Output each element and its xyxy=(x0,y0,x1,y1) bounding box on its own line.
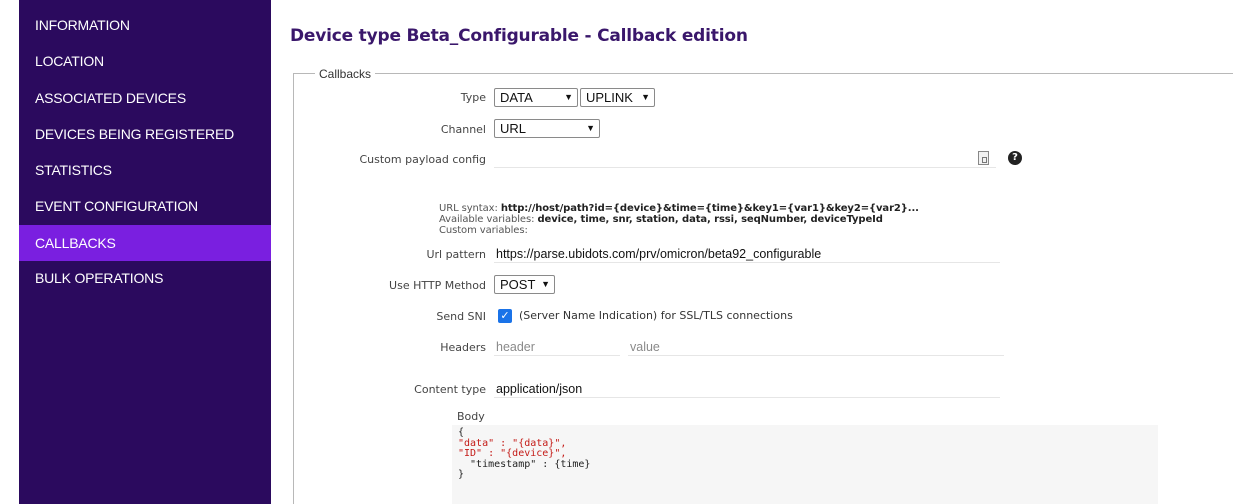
content-type-input[interactable]: application/json xyxy=(494,380,1000,398)
custom-variables-hint: Custom variables: xyxy=(439,225,528,236)
headers-label: Headers xyxy=(440,341,486,354)
chevron-down-icon: ▼ xyxy=(586,123,595,133)
custom-payload-label: Custom payload config xyxy=(359,153,486,166)
body-textarea[interactable]: {"data" : "{data}", "ID" : "{device}", "t… xyxy=(452,425,1158,504)
custom-payload-input[interactable] xyxy=(494,150,996,168)
sidebar-item-callbacks[interactable]: CALLBACKS xyxy=(19,225,271,261)
header-name-input[interactable]: header xyxy=(494,338,620,356)
http-method-select-value: POST xyxy=(500,277,536,292)
url-pattern-label: Url pattern xyxy=(426,248,486,261)
callbacks-legend: Callbacks xyxy=(315,67,376,81)
available-variables-hint: Available variables: device, time, snr, … xyxy=(439,214,883,225)
sidebar-item-information[interactable]: INFORMATION xyxy=(19,11,271,47)
sidebar-item-bulk-operations[interactable]: BULK OPERATIONS xyxy=(19,264,271,300)
direction-select[interactable]: UPLINK ▼ xyxy=(580,88,655,107)
type-select-value: DATA xyxy=(500,90,533,105)
body-line: "ID" : "{device}", xyxy=(458,448,567,459)
sidebar-item-event-configuration[interactable]: EVENT CONFIGURATION xyxy=(19,192,271,228)
send-sni-label: Send SNI xyxy=(436,310,486,323)
header-value-input[interactable]: value xyxy=(628,338,1004,356)
channel-select[interactable]: URL ▼ xyxy=(494,119,600,138)
sidebar-item-statistics[interactable]: STATISTICS xyxy=(19,156,271,192)
document-icon[interactable] xyxy=(978,151,989,165)
body-line: "timestamp" : {time} xyxy=(458,458,591,470)
send-sni-checkbox[interactable]: ✓ xyxy=(498,309,512,323)
direction-select-value: UPLINK xyxy=(586,90,633,105)
checkmark-icon: ✓ xyxy=(500,309,510,322)
help-icon[interactable]: ? xyxy=(1008,151,1022,165)
send-sni-description: (Server Name Indication) for SSL/TLS con… xyxy=(519,309,793,322)
url-pattern-input[interactable]: https://parse.ubidots.com/prv/omicron/be… xyxy=(494,245,1000,263)
page-title: Device type Beta_Configurable - Callback… xyxy=(290,26,748,46)
type-label: Type xyxy=(460,91,486,104)
channel-select-value: URL xyxy=(500,121,527,136)
chevron-down-icon: ▼ xyxy=(641,92,650,102)
sidebar: INFORMATION LOCATION ASSOCIATED DEVICES … xyxy=(19,0,271,504)
chevron-down-icon: ▼ xyxy=(564,92,573,102)
body-line: } xyxy=(458,469,465,480)
sidebar-item-devices-being-registered[interactable]: DEVICES BEING REGISTERED xyxy=(19,120,271,156)
sidebar-item-location[interactable]: LOCATION xyxy=(19,47,271,83)
body-label: Body xyxy=(457,410,485,423)
http-method-select[interactable]: POST ▼ xyxy=(494,275,555,294)
content-type-label: Content type xyxy=(414,383,486,396)
sidebar-item-associated-devices[interactable]: ASSOCIATED DEVICES xyxy=(19,84,271,120)
type-select[interactable]: DATA ▼ xyxy=(494,88,578,107)
body-line: { xyxy=(458,427,465,438)
chevron-down-icon: ▼ xyxy=(541,279,550,289)
http-method-label: Use HTTP Method xyxy=(389,279,486,292)
url-syntax-hint: URL syntax: http://host/path?id={device}… xyxy=(439,203,919,214)
channel-label: Channel xyxy=(440,123,486,136)
